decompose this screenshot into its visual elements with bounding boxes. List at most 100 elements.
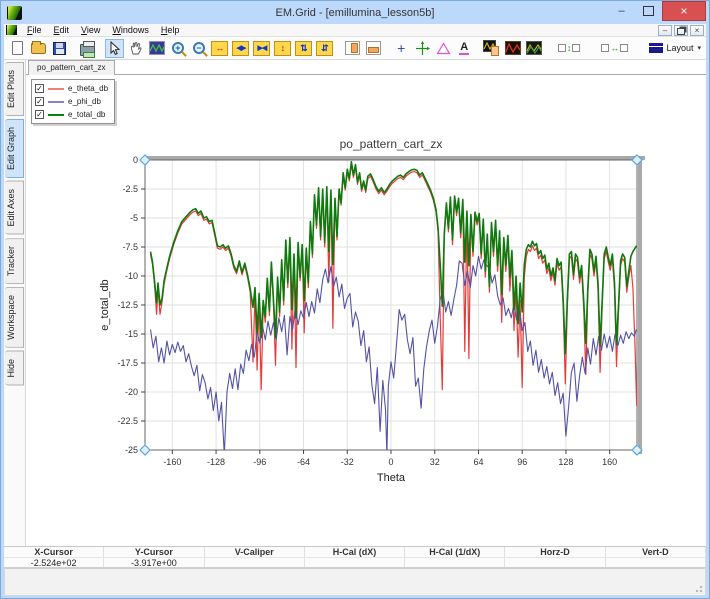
mdi-minimize-button[interactable]: – [658, 25, 672, 36]
compress-x-icon[interactable]: ▶◀ [252, 39, 271, 58]
x-tick-label: 96 [517, 457, 527, 467]
axes-tracker-icon[interactable] [413, 39, 432, 58]
y-tick-label: -20 [125, 387, 138, 397]
plot-canvas[interactable]: 0-2.5-5-7.5-10-12.5-15-17.5-20-22.5-25-1… [26, 60, 692, 546]
crosshair-icon[interactable]: + [392, 39, 411, 58]
text-label-icon[interactable]: A [455, 39, 474, 58]
series-e_theta_db [151, 164, 637, 406]
caliper-triangle-icon[interactable] [434, 39, 453, 58]
sidebar-tab-tracker[interactable]: Tracker [5, 238, 24, 284]
legend-label: e_total_db [68, 110, 105, 119]
menu-item-file[interactable]: File [21, 24, 48, 37]
print-icon[interactable] [78, 39, 97, 58]
menu-item-help[interactable]: Help [155, 24, 186, 37]
v-space-glyph: ↕ [567, 44, 572, 53]
new-document-icon[interactable] [8, 39, 27, 58]
printer-shape [80, 44, 95, 56]
layout-label: Layout [667, 43, 694, 53]
plot-style-red-icon[interactable] [503, 39, 522, 58]
readout-header-cell: H-Cal (dX) [305, 547, 405, 558]
magnifier-plus-shape: + [172, 42, 184, 54]
selection-handle[interactable] [140, 445, 150, 455]
plot-style-multi-icon[interactable] [524, 39, 543, 58]
plot-red-shape [505, 41, 521, 55]
zoom-out-icon[interactable]: − [189, 39, 208, 58]
vertical-spacing-icon[interactable]: ↕ [552, 39, 586, 58]
spread-y-icon[interactable]: ⇅ [294, 39, 313, 58]
resize-grip[interactable] [693, 583, 703, 593]
legend-row: ✓ e_theta_db [35, 82, 108, 95]
menu-item-edit[interactable]: Edit [48, 24, 76, 37]
menu-item-windows[interactable]: Windows [106, 24, 155, 37]
row-bottom-icon[interactable] [364, 39, 383, 58]
plot-multi-shape [526, 41, 542, 55]
workspace-area: Edit Plots Edit Graph Edit Axes Tracker Work… [4, 60, 706, 546]
y-tick-label: 0 [133, 155, 138, 165]
box-shape [572, 44, 580, 52]
page-shape [12, 41, 23, 55]
layout-menu-button[interactable]: Layout ▾ [644, 41, 707, 55]
x-tick-label: 0 [388, 457, 393, 467]
legend-label: e_theta_db [68, 84, 108, 93]
box-shape [558, 44, 566, 52]
chevron-down-icon: ▾ [698, 44, 702, 52]
cursor-readout-bar: X-CursorY-CursorV-CaliperH-Cal (dX)H-Cal… [4, 546, 706, 567]
legend-label: e_phi_db [68, 97, 101, 106]
sidebar-tab-hide[interactable]: Hide [5, 351, 24, 386]
layout-bars-icon [649, 43, 663, 53]
document-logo-icon [6, 25, 17, 35]
title-bar[interactable]: EM.Grid - [emillumina_lesson5b] – × [4, 1, 706, 24]
column-right-icon[interactable] [343, 39, 362, 58]
sidebar-tab-edit-axes[interactable]: Edit Axes [5, 181, 24, 235]
legend-line-swatch [48, 88, 64, 90]
spread-y-glyph: ⇅ [295, 41, 312, 56]
y-tick-label: -2.5 [122, 184, 138, 194]
legend-line-swatch [48, 114, 64, 116]
sidebar-tab-edit-graph[interactable]: Edit Graph [5, 119, 24, 178]
zoom-region-shape [149, 41, 165, 55]
sidebar-tab-workspace[interactable]: Workspace [5, 287, 24, 348]
legend-checkbox[interactable]: ✓ [35, 84, 44, 93]
column-right-shape [345, 41, 360, 55]
side-tab-strip: Edit Plots Edit Graph Edit Axes Tracker Work… [4, 60, 26, 546]
compress-y-icon[interactable]: ⇵ [315, 39, 334, 58]
mdi-close-button[interactable]: × [690, 25, 704, 36]
y-tick-label: -15 [125, 329, 138, 339]
x-tick-label: 32 [430, 457, 440, 467]
sidebar-tab-edit-plots[interactable]: Edit Plots [5, 62, 24, 116]
compress-x-glyph: ▶◀ [253, 41, 270, 56]
copy-plot-shape [483, 40, 500, 56]
save-icon[interactable] [50, 39, 69, 58]
readout-header-cell: X-Cursor [4, 547, 104, 558]
row-bottom-shape [366, 41, 381, 55]
x-axis-label: Theta [377, 472, 406, 484]
legend-checkbox[interactable]: ✓ [35, 97, 44, 106]
triangle-shape [436, 42, 451, 55]
menu-item-view[interactable]: View [75, 24, 106, 37]
y-tick-label: -7.5 [122, 242, 138, 252]
legend-checkbox[interactable]: ✓ [35, 110, 44, 119]
expand-x-icon[interactable]: ↔ [210, 39, 229, 58]
magnifier-minus-shape: − [193, 42, 205, 54]
hand-shape [129, 41, 143, 55]
readout-header-cell: Vert-D [606, 547, 706, 558]
folder-shape [31, 43, 46, 54]
x-tick-label: 128 [558, 457, 573, 467]
spread-x-icon[interactable]: ◀▶ [231, 39, 250, 58]
y-axis-label: e_total_db [99, 279, 111, 330]
mdi-restore-button[interactable] [674, 25, 688, 36]
select-cursor-icon[interactable] [105, 39, 124, 58]
window-title: EM.Grid - [emillumina_lesson5b] [4, 7, 706, 19]
y-tick-label: -17.5 [117, 358, 138, 368]
expand-y-icon[interactable]: ↕ [273, 39, 292, 58]
zoom-in-icon[interactable]: + [168, 39, 187, 58]
open-folder-icon[interactable] [29, 39, 48, 58]
copy-plot-icon[interactable] [482, 39, 501, 58]
pan-hand-icon[interactable] [126, 39, 145, 58]
zoom-region-icon[interactable] [147, 39, 166, 58]
readout-header-cell: Horz-D [505, 547, 605, 558]
horizontal-spacing-icon[interactable]: ↔ [595, 39, 635, 58]
series-e_total_db [151, 162, 637, 354]
graph-page: po_pattern_cart_zx ✓e_theta_db✓e_phi_db✓… [26, 60, 706, 546]
y-tick-label: -12.5 [117, 300, 138, 310]
